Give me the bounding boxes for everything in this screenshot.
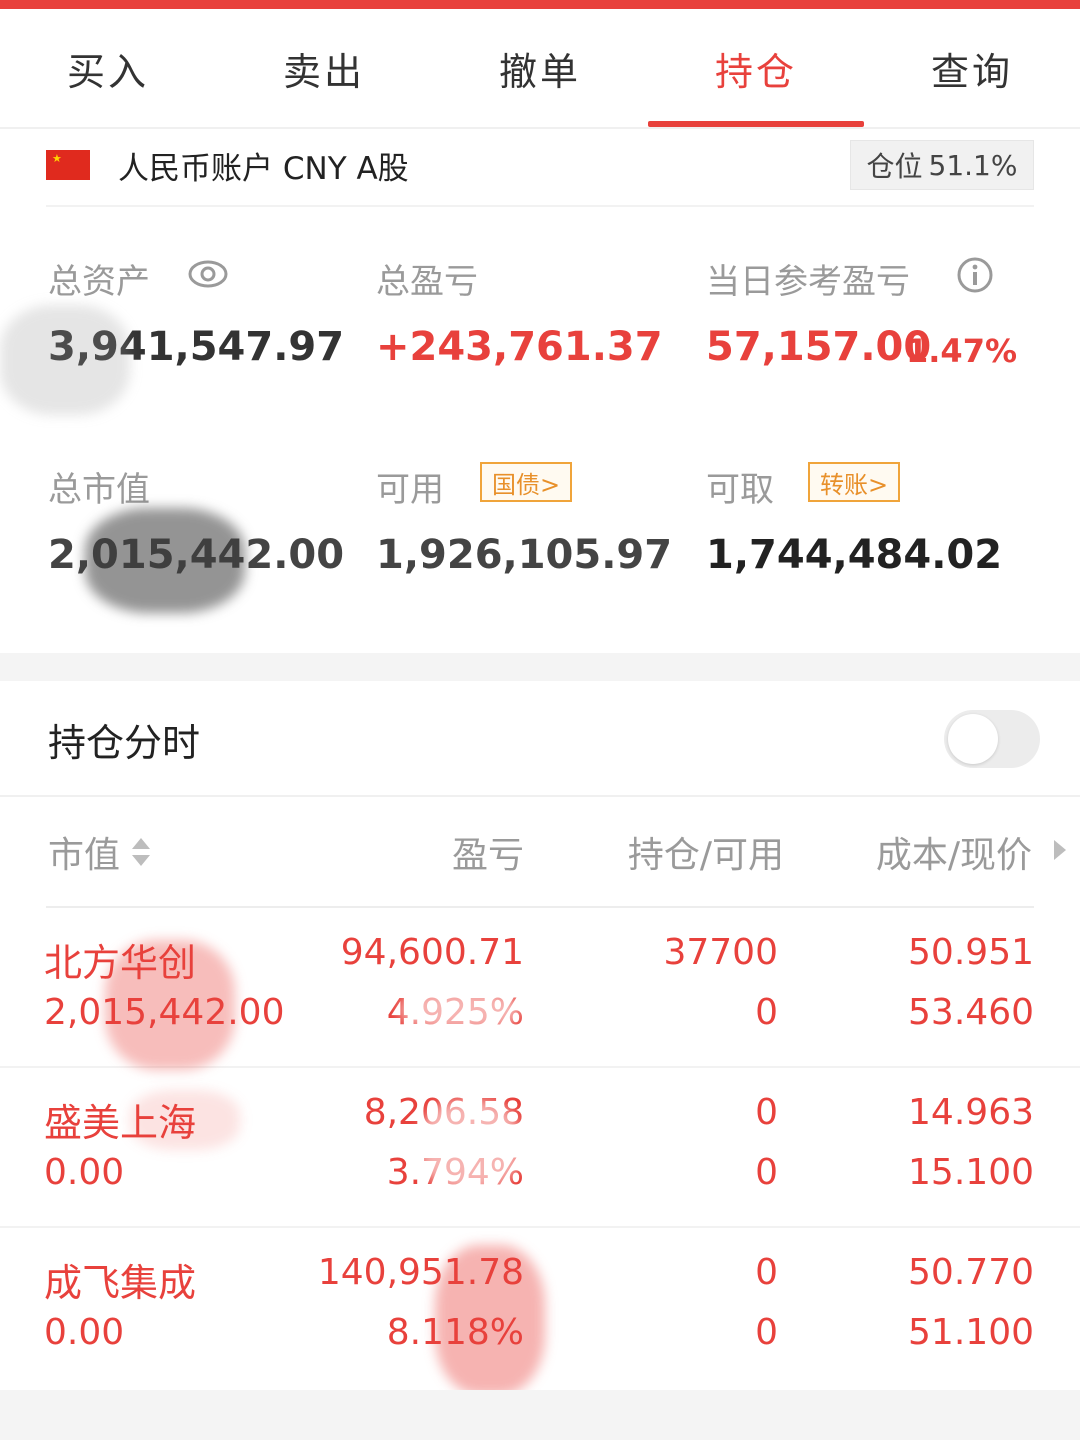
stock-cost: 14.963 [908,1092,1034,1133]
transfer-button[interactable]: 转账> [808,462,901,502]
header-market-value[interactable]: 市值 [48,826,120,878]
stock-market-value: 0.00 [44,1312,125,1353]
table-header-divider [46,906,1034,908]
stock-market-value: 0.00 [44,1152,125,1193]
redaction-mark [105,940,235,1070]
redaction-mark [0,305,130,415]
tab-holdings[interactable]: 持仓 [648,9,864,127]
chevron-right-icon[interactable] [1052,836,1068,864]
stock-position: 0 [755,1092,778,1133]
info-icon[interactable] [956,256,994,294]
china-flag-icon: ★ [46,150,90,180]
stock-cost: 50.770 [908,1252,1034,1293]
top-status-strip [0,0,1080,9]
header-position-available: 持仓/可用 [627,835,784,876]
stock-available: 0 [755,992,778,1033]
row-divider [0,1226,1080,1228]
redaction-mark [435,1245,545,1395]
section-divider [0,653,1080,681]
market-value-label: 总市值 [48,470,150,510]
divider-line [0,795,1080,797]
account-label: 人民币账户 CNY A股 [118,151,409,187]
header-cost-price: 成本/现价 [875,835,1032,876]
total-assets-label: 总资产 [48,262,150,302]
available-label: 可用 [376,470,444,510]
stock-pl: 94,600.71 [340,932,524,973]
withdrawable-value: 1,744,484.02 [706,532,1003,578]
holdings-timeshare-title: 持仓分时 [48,721,201,765]
stock-name: 成飞集成 [44,1261,197,1305]
sort-icon[interactable] [130,836,152,868]
total-pl-label: 总盈亏 [376,262,478,302]
toggle-knob [948,714,998,764]
daily-pl-label: 当日参考盈亏 [706,262,910,302]
available-value: 1,926,105.97 [376,532,673,578]
active-tab-indicator [648,121,864,127]
position-ratio-badge: 仓位 51.1% [850,140,1034,190]
position-value: 51.1% [928,148,1018,182]
stock-cost: 50.951 [908,932,1034,973]
daily-pl-percent: 1.47% [906,332,1018,370]
account-row[interactable]: ★ 人民币账户 CNY A股 仓位 51.1% [46,135,1034,207]
redaction-mark [420,1100,520,1190]
holdings-timeshare-toggle[interactable] [944,710,1040,768]
daily-pl-value: 57,157.00 [706,324,932,370]
stock-available: 0 [755,1152,778,1193]
redaction-mark [400,990,520,1030]
bottom-band [0,1390,1080,1440]
redaction-mark [130,1090,240,1150]
total-pl-value: +243,761.37 [376,324,663,370]
header-pl: 盈亏 [451,835,524,876]
withdrawable-label: 可取 [706,470,774,510]
tab-sell[interactable]: 卖出 [216,9,432,127]
redaction-mark [85,508,245,613]
tab-query[interactable]: 查询 [864,9,1080,127]
eye-icon[interactable] [188,257,228,291]
position-label: 仓位 [866,150,923,183]
tab-cancel[interactable]: 撤单 [432,9,648,127]
stock-price: 15.100 [908,1152,1034,1193]
stock-price: 53.460 [908,992,1034,1033]
stock-price: 51.100 [908,1312,1034,1353]
stock-available: 0 [755,1312,778,1353]
stock-position: 0 [755,1252,778,1293]
tab-buy[interactable]: 买入 [0,9,216,127]
trade-tabs: 买入 卖出 撤单 持仓 查询 [0,9,1080,129]
stock-position: 37700 [663,932,778,973]
treasury-bond-button[interactable]: 国债> [480,462,573,502]
